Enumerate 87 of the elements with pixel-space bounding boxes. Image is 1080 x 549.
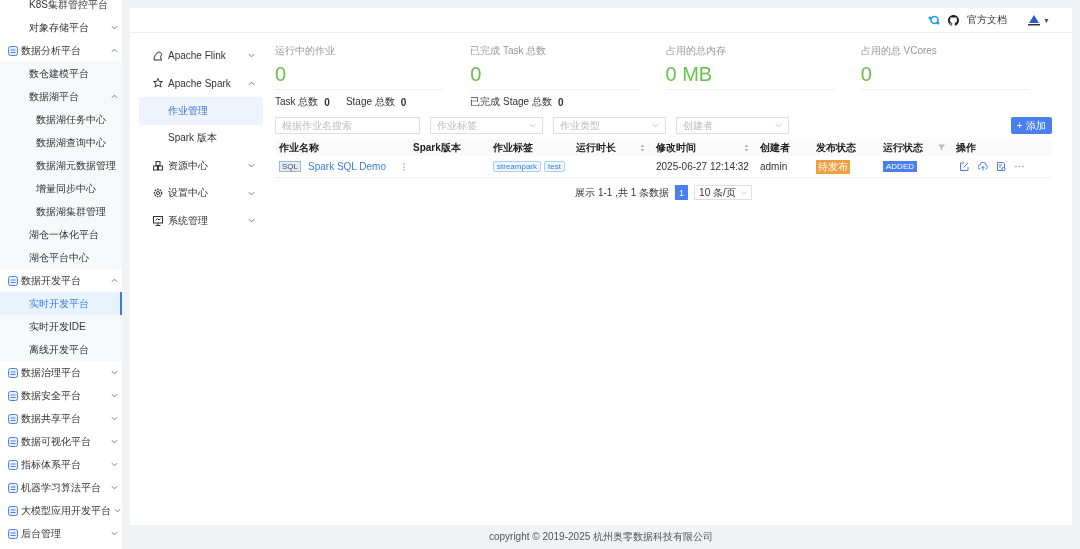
menu-item[interactable]: Apache Spark bbox=[139, 69, 263, 97]
sidebar-item[interactable]: K8S集群管控平台 bbox=[0, 0, 122, 16]
sidebar-item[interactable]: 实时开发平台 bbox=[0, 292, 122, 315]
menu-item[interactable]: 作业管理 bbox=[139, 97, 263, 125]
stat-detail-label: Task 总数 bbox=[275, 95, 319, 109]
sidebar-item[interactable]: 数据湖查询中心 bbox=[0, 131, 122, 154]
sidebar-item[interactable]: 机器学习算法平台 bbox=[0, 476, 122, 499]
sidebar-item[interactable]: 数据可视化平台 bbox=[0, 430, 122, 453]
menu-item[interactable]: 资源中心 bbox=[139, 152, 263, 180]
chevron-down-icon bbox=[652, 123, 659, 128]
chevron-down-icon bbox=[529, 123, 536, 128]
sidebar-item[interactable]: 数仓建模平台 bbox=[0, 62, 122, 85]
cloud-upload-icon[interactable] bbox=[978, 162, 988, 171]
sidebar-item[interactable]: 数据安全平台 bbox=[0, 384, 122, 407]
table-cell: 2025-06-27 12:14:32 bbox=[656, 161, 749, 172]
column-header: 作业名称 bbox=[279, 140, 319, 155]
sidebar-item[interactable]: 增量同步中心 bbox=[0, 177, 122, 200]
column-header: 运行时长 bbox=[576, 140, 616, 155]
triangle-logo-icon[interactable] bbox=[1027, 14, 1042, 26]
column-header: 创建者 bbox=[760, 140, 790, 155]
document-icon[interactable] bbox=[997, 162, 1006, 171]
chevron-down-icon bbox=[775, 123, 782, 128]
stat-value: 0 MB bbox=[665, 63, 713, 87]
settings-icon bbox=[153, 188, 163, 199]
more-icon[interactable] bbox=[1015, 165, 1024, 168]
stat-detail-label: 已完成 Stage 总数 bbox=[470, 95, 552, 109]
sidebar-item[interactable]: 数据湖元数据管理 bbox=[0, 154, 122, 177]
stat-value: 0 bbox=[470, 63, 482, 87]
stat-detail-value: 0 bbox=[324, 96, 330, 108]
monitor-icon bbox=[153, 215, 163, 226]
job-tag: streampark bbox=[493, 161, 541, 172]
search-field[interactable]: 根据作业名搜索 bbox=[275, 117, 420, 134]
table-cell: admin bbox=[760, 161, 788, 172]
sidebar-item[interactable]: 离线开发平台 bbox=[0, 338, 122, 361]
star-icon bbox=[153, 78, 163, 89]
column-header: 运行状态 bbox=[883, 140, 923, 155]
stat-label: 运行中的作业 bbox=[275, 44, 336, 58]
stat-label: 已完成 Task 总数 bbox=[470, 44, 548, 58]
sidebar-item[interactable]: 数据湖平台 bbox=[0, 85, 122, 108]
stat-value: 0 bbox=[860, 63, 872, 87]
filter-icon[interactable] bbox=[938, 144, 945, 151]
menu-item[interactable]: 设置中心 bbox=[139, 179, 263, 207]
sidebar-item[interactable]: 数据治理平台 bbox=[0, 361, 122, 384]
sidebar-item[interactable]: 数据开发平台 bbox=[0, 269, 122, 292]
job-tag: test bbox=[544, 161, 565, 172]
menu-item[interactable]: Apache Flink bbox=[139, 42, 263, 70]
chevron-down-icon bbox=[740, 190, 747, 195]
stat-detail-label: Stage 总数 bbox=[345, 95, 395, 109]
sidebar-item[interactable]: 对象存储平台 bbox=[0, 16, 122, 39]
stat-detail-value: 0 bbox=[400, 96, 407, 108]
page-size-select[interactable]: 10 条/页 bbox=[694, 185, 752, 200]
drag-handle-icon[interactable] bbox=[403, 162, 405, 171]
pagination-summary: 展示 1-1 ,共 1 条数据 bbox=[575, 185, 670, 200]
sidebar-item[interactable]: 实时开发IDE bbox=[0, 315, 122, 338]
column-header: 作业标签 bbox=[493, 140, 533, 155]
docs-link[interactable]: 官方文档 bbox=[967, 13, 1008, 27]
job-name-link[interactable]: Spark SQL Demo bbox=[308, 161, 386, 172]
sidebar-item[interactable]: 大模型应用开发平台 bbox=[0, 499, 122, 522]
github-icon[interactable] bbox=[948, 14, 960, 26]
sidebar-item[interactable]: 后台管理 bbox=[0, 522, 122, 545]
edit-icon[interactable] bbox=[960, 162, 969, 171]
sidebar-item[interactable]: 指标体系平台 bbox=[0, 453, 122, 476]
column-header: Spark版本 bbox=[413, 140, 461, 155]
stat-detail-value: 0 bbox=[557, 96, 564, 108]
cubes-icon bbox=[153, 160, 163, 171]
release-status-badge: 待发布 bbox=[816, 159, 850, 174]
copyright-text: copyright © 2019-2025 杭州奥零数据科技有限公司 bbox=[488, 530, 714, 544]
column-header: 发布状态 bbox=[816, 140, 856, 155]
run-status-badge: ADDED bbox=[883, 161, 917, 172]
column-header: 修改时间 bbox=[656, 140, 696, 155]
sidebar-item[interactable]: 数据湖任务中心 bbox=[0, 108, 122, 131]
sort-icon[interactable] bbox=[744, 143, 749, 152]
add-button[interactable]: + 添加 bbox=[1011, 117, 1052, 134]
sort-icon[interactable] bbox=[640, 143, 645, 152]
sidebar-item[interactable]: 湖仓平台中心 bbox=[0, 246, 122, 269]
page-button[interactable]: 1 bbox=[675, 185, 689, 200]
sidebar-item[interactable]: 数据共享平台 bbox=[0, 407, 122, 430]
menu-item[interactable]: 系统管理 bbox=[139, 207, 263, 235]
stat-value: 0 bbox=[275, 63, 287, 87]
column-header: 操作 bbox=[956, 140, 976, 155]
sidebar-item[interactable]: 数据分析平台 bbox=[0, 39, 122, 62]
stat-label: 占用的总 VCores bbox=[860, 44, 938, 58]
stat-label: 占用的总内存 bbox=[665, 44, 727, 58]
sidebar-item[interactable]: 数据湖集群管理 bbox=[0, 200, 122, 223]
sidebar-item[interactable]: 湖仓一体化平台 bbox=[0, 223, 122, 246]
menu-item[interactable]: Spark 版本 bbox=[139, 124, 263, 152]
job-type-badge: SQL bbox=[279, 161, 301, 172]
